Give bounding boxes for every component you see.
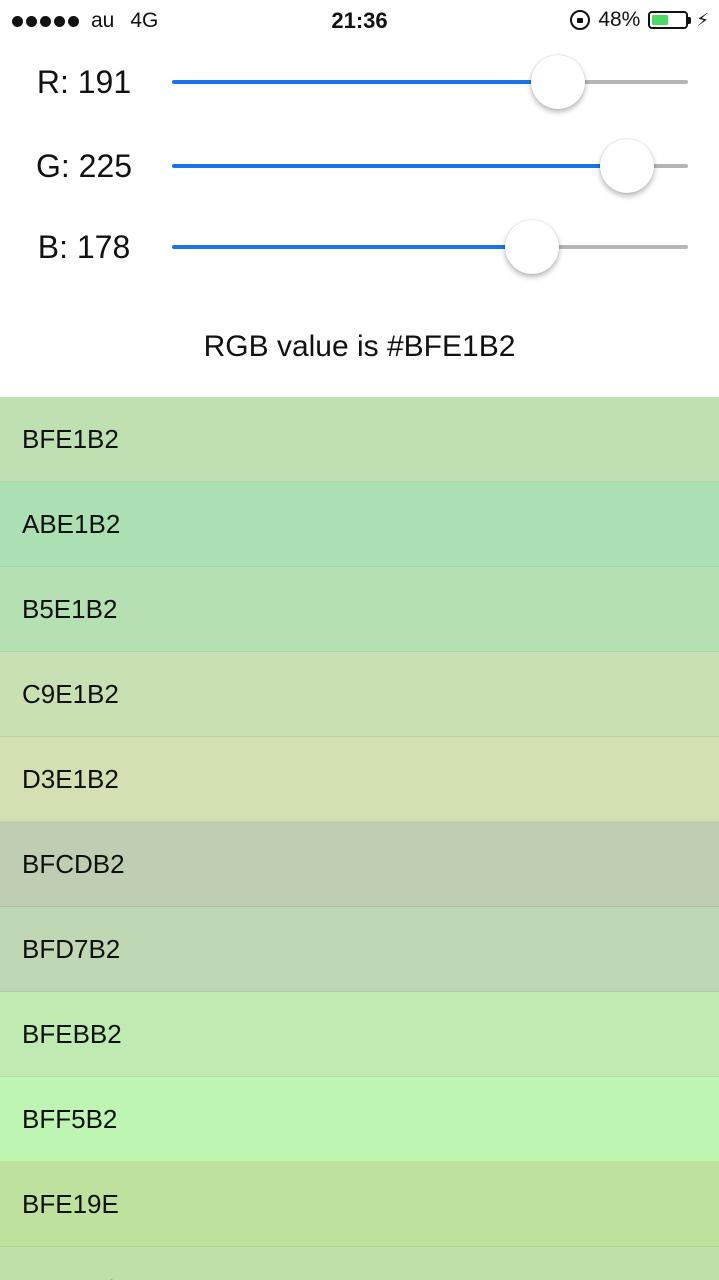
color-list-item[interactable]: BFF5B2 [0,1077,719,1162]
green-slider-label: G: 225 [35,148,133,184]
status-right: 48% ⚡︎ [570,8,709,32]
color-list-item-label: D3E1B2 [22,764,119,794]
color-list-item[interactable]: BFCDB2 [0,822,719,907]
green-slider[interactable] [172,139,688,193]
color-list-item[interactable]: BFE1A8 [0,1247,719,1280]
color-list-item-label: BFCDB2 [22,849,125,879]
color-list-item-label: BFE1B2 [22,424,119,454]
blue-slider-track-min [172,245,532,249]
color-list-item-label: BFEBB2 [22,1019,122,1049]
app-screen: au 4G 21:36 48% ⚡︎ R: 191 G: 225 B: 178 … [0,0,719,1280]
green-slider-track-min [172,164,627,168]
color-list-item-label: ABE1B2 [22,509,121,539]
color-list-item[interactable]: D3E1B2 [0,737,719,822]
green-slider-row: G: 225 [0,136,719,196]
green-slider-thumb[interactable] [600,139,654,193]
red-slider-thumb[interactable] [531,55,585,109]
red-slider[interactable] [172,55,688,109]
color-list-item[interactable]: BFE1B2 [0,397,719,482]
battery-icon [648,11,692,29]
blue-slider-label: B: 178 [37,229,131,265]
battery-percent: 48% [598,8,641,31]
color-list-item[interactable]: BFEBB2 [0,992,719,1077]
charging-bolt-icon: ⚡︎ [696,10,709,30]
red-slider-row: R: 191 [0,52,719,112]
color-list-item[interactable]: ABE1B2 [0,482,719,567]
blue-slider-thumb[interactable] [505,220,559,274]
color-list-item[interactable]: B5E1B2 [0,567,719,652]
status-bar: au 4G 21:36 48% ⚡︎ [0,0,719,40]
color-list-item-label: C9E1B2 [22,679,119,709]
rotation-lock-icon [570,10,591,30]
color-list-item-label: BFE19E [22,1189,119,1219]
color-list-item-label: BFF5B2 [22,1104,118,1134]
color-list: BFE1B2 ABE1B2 B5E1B2 C9E1B2 D3E1B2 BFCDB2 BFD7… [0,397,719,1280]
color-list-item-label: BFE1A8 [22,1247,119,1280]
battery-level-fill [652,15,668,25]
rgb-value-caption: RGB value is #BFE1B2 [203,330,516,363]
color-list-item[interactable]: BFD7B2 [0,907,719,992]
color-list-item-label: B5E1B2 [22,594,118,624]
red-slider-label: R: 191 [36,64,132,100]
color-list-item[interactable]: BFE19E [0,1162,719,1247]
color-list-item-label: BFD7B2 [22,934,121,964]
red-slider-track-min [172,80,558,84]
color-list-item[interactable]: C9E1B2 [0,652,719,737]
blue-slider-row: B: 178 [0,217,719,277]
blue-slider[interactable] [172,220,688,274]
